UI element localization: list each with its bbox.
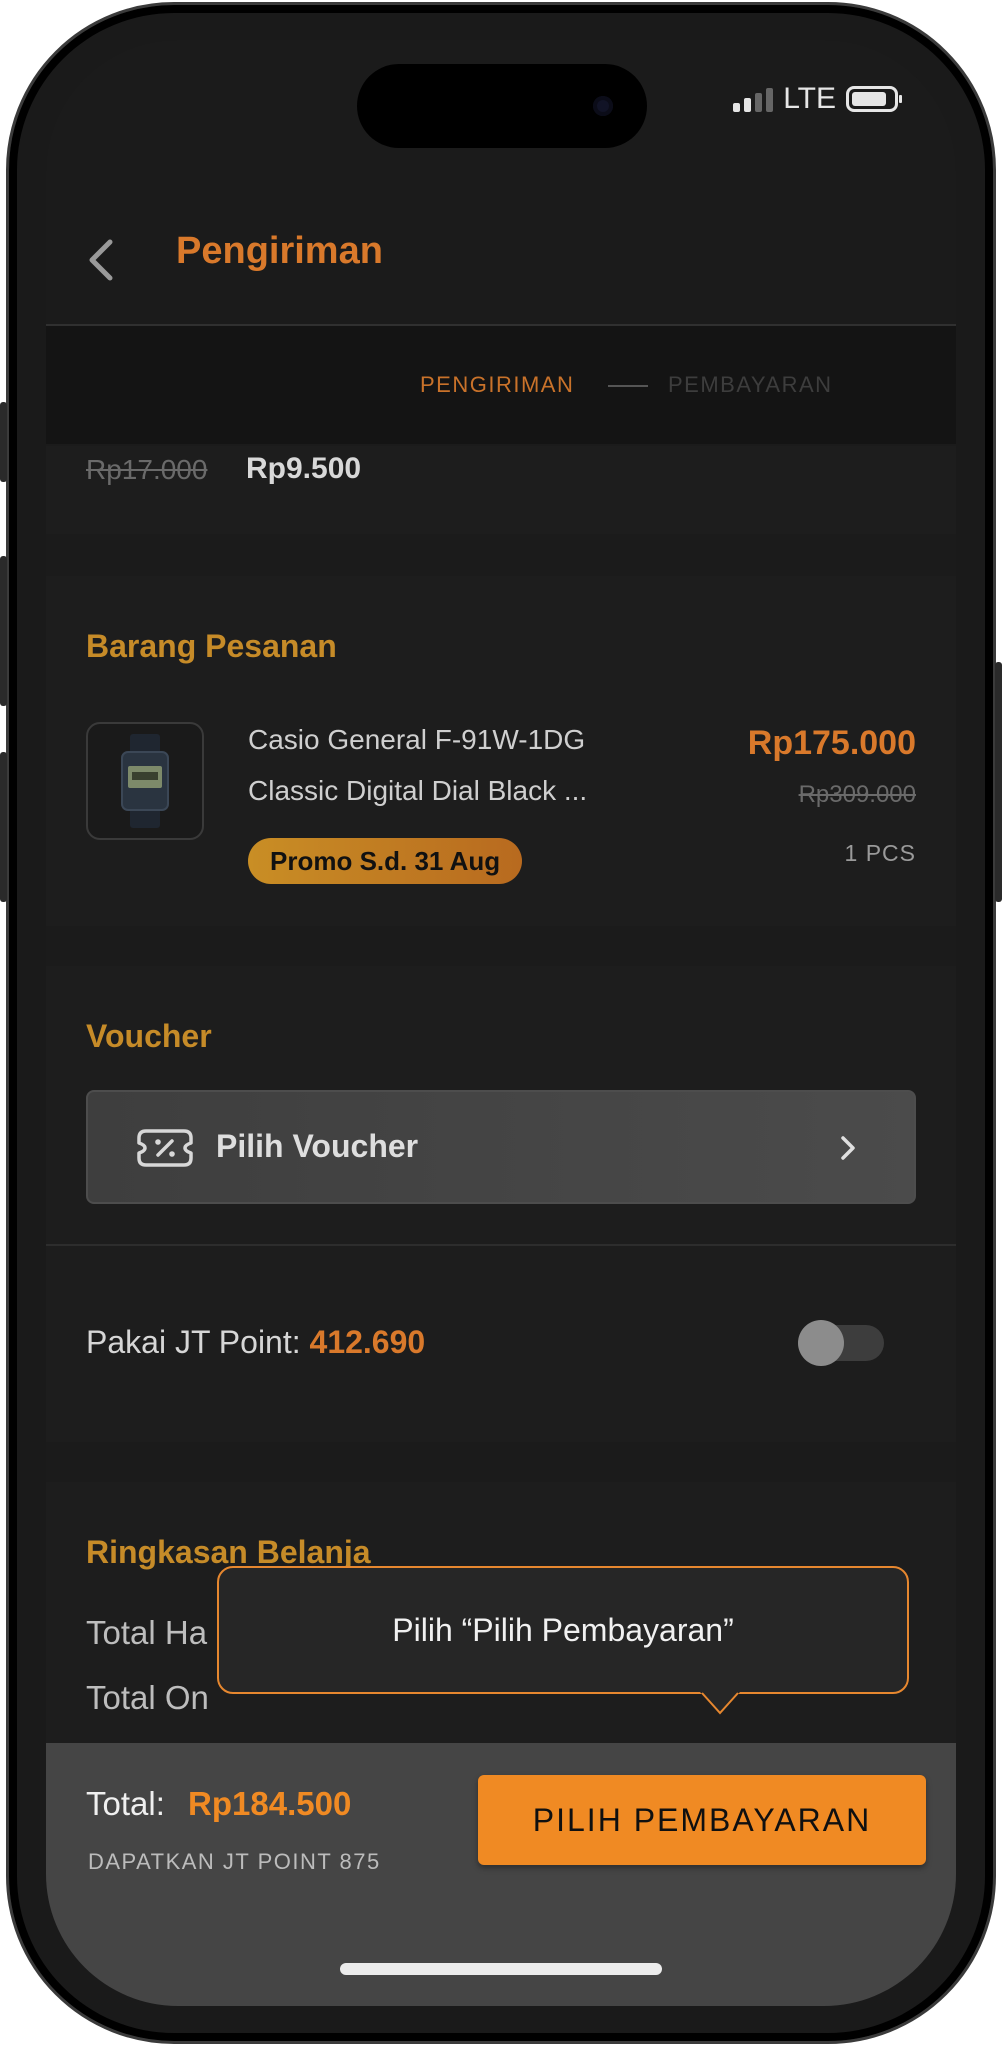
camera-icon — [593, 96, 613, 116]
jt-point-value: 412.690 — [309, 1324, 426, 1360]
status-bar: LTE — [733, 82, 902, 116]
total-label: Total: — [86, 1785, 165, 1822]
jt-point-toggle[interactable] — [798, 1320, 884, 1366]
shipping-new-price: Rp9.500 — [246, 452, 362, 485]
home-indicator[interactable] — [340, 1963, 662, 1975]
app-header: Pengiriman — [46, 158, 956, 326]
promo-badge: Promo S.d. 31 Aug — [248, 838, 523, 884]
product-name-line2: Classic Digital Dial Black ... — [248, 775, 588, 806]
dynamic-island — [357, 64, 647, 148]
jt-point-card: Pakai JT Point: 412.690 — [46, 1246, 956, 1442]
product-thumbnail — [86, 722, 204, 840]
product-quantity: 1 PCS — [844, 840, 916, 866]
step-pembayaran: PEMBAYARAN — [668, 372, 833, 397]
jt-point-label: Pakai JT Point: — [86, 1324, 301, 1360]
toggle-knob — [798, 1320, 844, 1366]
step-pengiriman: PENGIRIMAN — [420, 372, 575, 397]
ticket-percent-icon — [137, 1129, 193, 1167]
battery-icon — [846, 86, 902, 112]
product-old-price: Rp309.000 — [798, 781, 916, 808]
volume-down-button — [0, 752, 7, 902]
choose-voucher-button[interactable]: Pilih Voucher — [86, 1090, 916, 1204]
summary-row-total-ongkir: Total On — [86, 1679, 209, 1716]
jt-point-row: Pakai JT Point: 412.690 — [86, 1324, 425, 1361]
total-row: Total: Rp184.500 — [86, 1785, 351, 1823]
signal-icon — [733, 86, 774, 112]
tooltip-pointer — [700, 1692, 740, 1715]
step-divider — [608, 385, 648, 387]
volume-up-button — [0, 556, 7, 706]
voucher-card: Voucher Pilih Voucher — [46, 966, 956, 1246]
page-title: Pengiriman — [176, 230, 383, 272]
order-section-title: Barang Pesanan — [86, 628, 337, 664]
screen: LTE Pengiriman PENGIRIMAN PEMBAYARAN Rp1… — [46, 40, 956, 2006]
product-price: Rp175.000 — [747, 724, 916, 762]
shipping-old-price: Rp17.000 — [86, 454, 208, 485]
watch-icon — [121, 734, 169, 828]
checkout-footer: Total: Rp184.500 DAPATKAN JT POINT 875 P… — [46, 1743, 956, 2006]
back-button[interactable] — [80, 238, 124, 282]
order-items-card: Barang Pesanan Casio General F-91W-1DG C… — [46, 576, 956, 926]
choose-payment-button[interactable]: PILIH PEMBAYARAN — [478, 1775, 926, 1865]
choose-voucher-label: Pilih Voucher — [216, 1128, 419, 1164]
network-label: LTE — [783, 82, 836, 115]
voucher-section-title: Voucher — [86, 1018, 212, 1054]
chevron-right-icon — [841, 1136, 855, 1160]
product-name-line1: Casio General F-91W-1DG — [248, 724, 586, 755]
chevron-left-icon — [89, 239, 113, 281]
checkout-stepper: PENGIRIMAN PEMBAYARAN — [46, 326, 956, 444]
coach-mark-tooltip: Pilih “Pilih Pembayaran” — [217, 1566, 909, 1694]
action-button — [0, 402, 7, 482]
total-value: Rp184.500 — [188, 1785, 352, 1822]
coach-mark-text: Pilih “Pilih Pembayaran” — [392, 1612, 734, 1648]
points-earned-note: DAPATKAN JT POINT 875 — [88, 1849, 381, 1874]
power-button — [995, 662, 1002, 902]
summary-row-total-harga: Total Ha — [86, 1614, 208, 1651]
shipping-cost-card: Rp17.000 Rp9.500 — [46, 446, 956, 534]
